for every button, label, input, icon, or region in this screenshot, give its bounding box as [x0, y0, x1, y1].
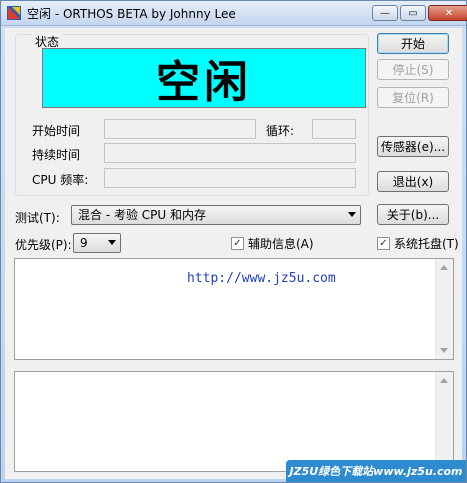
- title-bar[interactable]: 空闲 - ORTHOS BETA by Johnny Lee — ▭ ✕: [1, 1, 467, 26]
- check-icon: ✓: [231, 237, 244, 250]
- exit-button[interactable]: 退出(x): [377, 171, 449, 192]
- minimize-icon: —: [380, 7, 390, 19]
- stop-button[interactable]: 停止(S): [377, 59, 449, 80]
- aux-info-label: 辅助信息(A): [248, 237, 314, 251]
- start-time-field: [104, 119, 256, 139]
- close-icon: ✕: [444, 7, 454, 19]
- cpu-freq-label: CPU 频率:: [32, 173, 89, 187]
- test-select-value: 混合 - 考验 CPU 和内存: [78, 208, 206, 222]
- start-button[interactable]: 开始: [377, 33, 449, 54]
- url-text: http://www.jz5u.com: [187, 271, 336, 286]
- cpu-freq-field: [104, 168, 356, 188]
- system-tray-label: 系统托盘(T): [394, 237, 459, 251]
- aux-info-checkbox[interactable]: ✓ 辅助信息(A): [231, 235, 314, 252]
- log-textarea-2[interactable]: [14, 371, 454, 472]
- scroll-up-icon[interactable]: [440, 265, 448, 270]
- window-title: 空闲 - ORTHOS BETA by Johnny Lee: [27, 7, 236, 21]
- maximize-button[interactable]: ▭: [400, 5, 426, 21]
- status-display: 空闲: [42, 48, 366, 108]
- chevron-down-icon: [348, 212, 356, 217]
- duration-label: 持续时间: [32, 148, 81, 162]
- loop-label: 循环:: [266, 124, 295, 138]
- orthos-app-icon: [7, 6, 21, 20]
- priority-select[interactable]: 9: [73, 233, 121, 253]
- status-group: 状态 空闲 开始时间 循环: 持续时间 CPU 频率:: [15, 33, 369, 196]
- close-button[interactable]: ✕: [428, 5, 467, 21]
- loop-field: [312, 119, 356, 139]
- watermark-banner: JZ5U绿色下载站www.jz5u.com: [286, 460, 466, 482]
- duration-field: [104, 143, 356, 163]
- check-icon: ✓: [377, 237, 390, 250]
- scroll-up-icon[interactable]: [440, 378, 448, 383]
- scroll-down-icon[interactable]: [440, 348, 448, 353]
- minimize-button[interactable]: —: [372, 5, 398, 21]
- log-scrollbar-1[interactable]: [435, 259, 453, 359]
- priority-label: 优先级(P):: [15, 238, 72, 252]
- sensor-button[interactable]: 传感器(e)...: [377, 136, 449, 157]
- start-time-label: 开始时间: [32, 124, 81, 138]
- about-button[interactable]: 关于(b)...: [377, 204, 449, 225]
- log-textarea-1[interactable]: http://www.jz5u.com: [14, 258, 454, 360]
- system-tray-checkbox[interactable]: ✓ 系统托盘(T): [377, 235, 459, 252]
- chevron-down-icon: [108, 240, 116, 245]
- log-scrollbar-2[interactable]: [435, 372, 453, 471]
- reset-button[interactable]: 复位(R): [377, 87, 449, 108]
- test-select[interactable]: 混合 - 考验 CPU 和内存: [71, 205, 361, 225]
- test-label: 测试(T):: [15, 211, 60, 225]
- orthos-window: 空闲 - ORTHOS BETA by Johnny Lee — ▭ ✕ 状态 …: [0, 0, 467, 483]
- maximize-icon: ▭: [408, 7, 418, 19]
- client-area: 状态 空闲 开始时间 循环: 持续时间 CPU 频率: 开始 停止(S) 复位(…: [5, 28, 462, 479]
- priority-select-value: 9: [80, 236, 88, 250]
